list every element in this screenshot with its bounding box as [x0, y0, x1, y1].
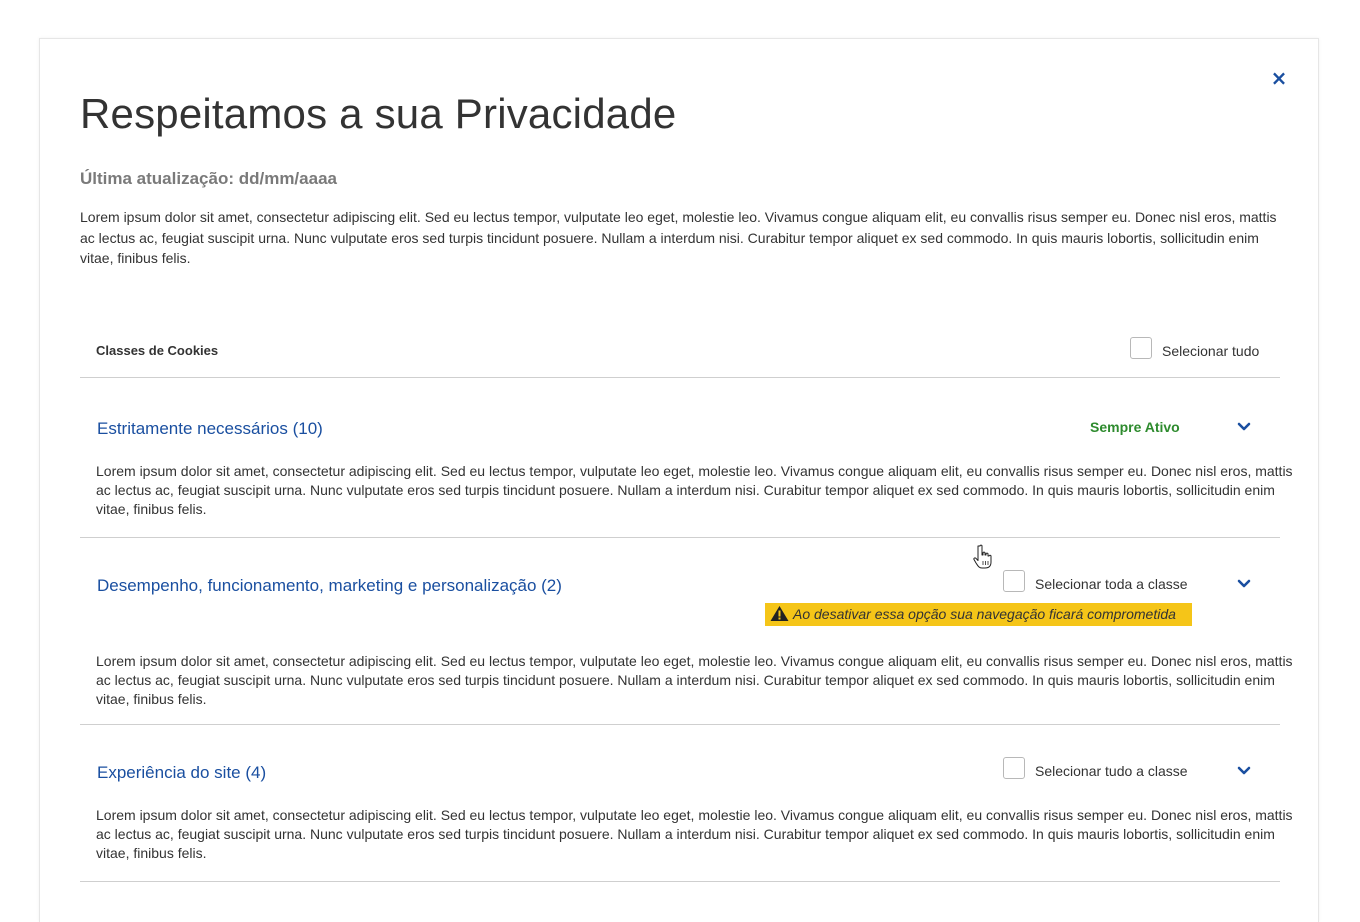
intro-text: Lorem ipsum dolor sit amet, consectetur …	[80, 209, 1277, 266]
section-description: Lorem ipsum dolor sit amet, consectetur …	[96, 653, 1293, 707]
chevron-down-icon[interactable]	[1236, 420, 1252, 434]
section-title[interactable]: Experiência do site (4)	[97, 763, 266, 783]
chevron-down-icon[interactable]	[1236, 577, 1252, 591]
cookie-classes-label: Classes de Cookies	[96, 343, 219, 358]
cookie-class-site-experience: Experiência do site (4) Selecionar tudo …	[80, 724, 1293, 882]
select-class-label[interactable]: Selecionar tudo a classe	[1035, 763, 1188, 779]
section-title[interactable]: Desempenho, funcionamento, marketing e p…	[97, 576, 562, 596]
last-updated: Última atualização: dd/mm/aaaa	[80, 169, 337, 188]
cookie-classes-header: Classes de Cookies Selecionar tudo	[80, 337, 1280, 378]
cookie-class-strictly-necessary: Estritamente necessários (10) Sempre Ati…	[80, 378, 1293, 538]
section-description: Lorem ipsum dolor sit amet, consectetur …	[96, 463, 1293, 517]
cookie-class-performance: Desempenho, funcionamento, marketing e p…	[80, 537, 1293, 725]
section-title[interactable]: Estritamente necessários (10)	[97, 419, 323, 439]
warning-text: Ao desativar essa opção sua navegação fi…	[793, 606, 1176, 622]
modal-title: Respeitamos a sua Privacidade	[80, 90, 677, 137]
hand-pointer-icon	[973, 544, 992, 569]
section-description: Lorem ipsum dolor sit amet, consectetur …	[96, 807, 1293, 861]
select-all-checkbox[interactable]	[1130, 337, 1152, 359]
warning-icon	[770, 606, 789, 622]
select-class-checkbox[interactable]	[1003, 570, 1025, 592]
privacy-modal: × Respeitamos a sua Privacidade Última a…	[39, 38, 1319, 922]
select-all-label[interactable]: Selecionar tudo	[1162, 343, 1259, 359]
always-active-status: Sempre Ativo	[1090, 419, 1180, 435]
close-icon[interactable]: ×	[1270, 67, 1288, 89]
chevron-down-icon[interactable]	[1236, 764, 1252, 778]
warning-banner: Ao desativar essa opção sua navegação fi…	[765, 603, 1192, 626]
select-class-label[interactable]: Selecionar toda a classe	[1035, 576, 1188, 592]
select-class-checkbox[interactable]	[1003, 757, 1025, 779]
